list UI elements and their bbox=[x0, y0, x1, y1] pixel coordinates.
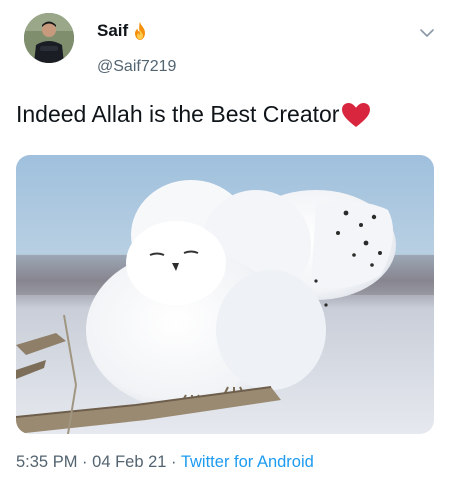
snowy-owl-photo bbox=[16, 155, 434, 434]
tweet-card: Saif @Saif7219 Indeed Allah is the Best … bbox=[0, 0, 450, 485]
meta-separator: · bbox=[171, 453, 177, 471]
tweet-date[interactable]: 04 Feb 21 bbox=[92, 453, 166, 471]
tweet-meta: 5:35 PM · 04 Feb 21 · Twitter for Androi… bbox=[16, 453, 314, 472]
avatar-image bbox=[24, 13, 74, 63]
red-heart-icon bbox=[342, 102, 371, 127]
meta-separator: · bbox=[82, 453, 88, 471]
tweet-source[interactable]: Twitter for Android bbox=[181, 453, 314, 471]
display-name[interactable]: Saif bbox=[97, 21, 128, 41]
author-name-row[interactable]: Saif bbox=[97, 21, 150, 41]
tweet-photo[interactable] bbox=[16, 155, 434, 434]
fire-icon bbox=[135, 22, 146, 40]
chevron-down-icon[interactable] bbox=[418, 24, 436, 42]
tweet-time[interactable]: 5:35 PM bbox=[16, 453, 77, 471]
tweet-text-row: Indeed Allah is the Best Creator bbox=[16, 101, 371, 128]
user-handle[interactable]: @Saif7219 bbox=[97, 58, 176, 76]
tweet-text: Indeed Allah is the Best Creator bbox=[16, 101, 340, 127]
avatar[interactable] bbox=[24, 13, 74, 63]
